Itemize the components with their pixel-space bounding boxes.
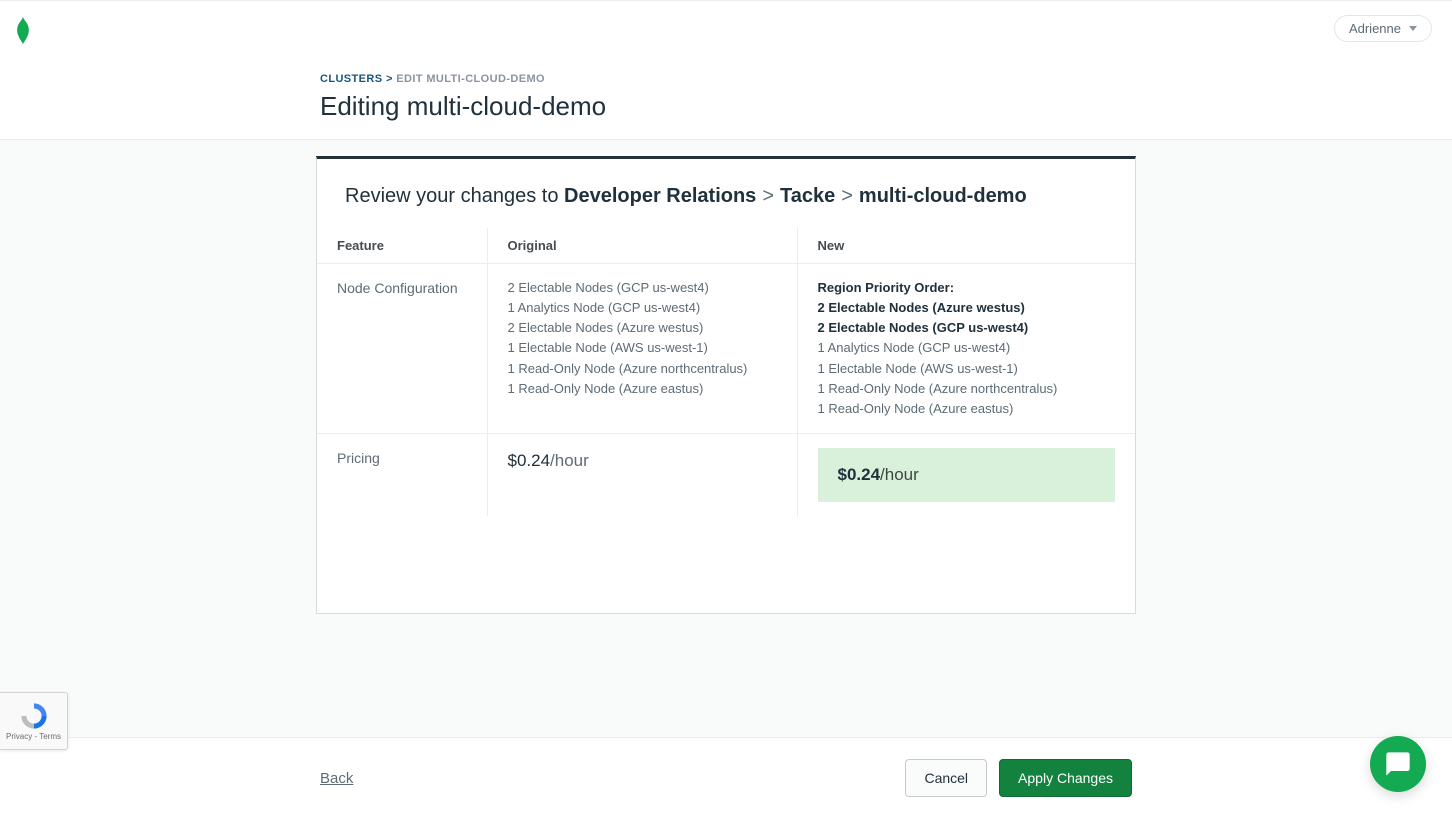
column-header-original: Original (487, 228, 797, 264)
breadcrumb: CLUSTERS > EDIT MULTI-CLOUD-DEMO (320, 73, 606, 85)
review-changes-panel: Review your changes to Developer Relatio… (316, 156, 1136, 614)
recaptcha-badge[interactable]: Privacy - Terms (0, 692, 68, 750)
changes-table: Feature Original New Node Configuration … (317, 228, 1135, 516)
chevron-down-icon (1409, 26, 1417, 31)
feature-name: Node Configuration (317, 264, 487, 434)
back-link[interactable]: Back (320, 770, 353, 787)
cancel-button[interactable]: Cancel (905, 759, 987, 797)
mongodb-leaf-icon[interactable] (16, 17, 30, 50)
breadcrumb-separator: > (386, 73, 396, 85)
page-title: Editing multi-cloud-demo (320, 91, 606, 122)
user-name: Adrienne (1349, 21, 1401, 36)
new-pricing: $0.24/hour (797, 433, 1135, 516)
review-changes-heading: Review your changes to Developer Relatio… (317, 159, 1135, 228)
recaptcha-icon (20, 702, 48, 730)
original-pricing: $0.24/hour (487, 433, 797, 516)
column-header-feature: Feature (317, 228, 487, 264)
chat-icon (1384, 750, 1412, 778)
table-row-pricing: Pricing $0.24/hour $0.24/hour (317, 433, 1135, 516)
new-node-config: Region Priority Order: 2 Electable Nodes… (797, 264, 1135, 434)
original-node-config: 2 Electable Nodes (GCP us-west4) 1 Analy… (487, 264, 797, 434)
user-menu-dropdown[interactable]: Adrienne (1334, 15, 1432, 42)
chat-widget-button[interactable] (1370, 736, 1426, 792)
feature-name: Pricing (317, 433, 487, 516)
column-header-new: New (797, 228, 1135, 264)
breadcrumb-current: EDIT MULTI-CLOUD-DEMO (396, 73, 545, 85)
table-row-node-config: Node Configuration 2 Electable Nodes (GC… (317, 264, 1135, 434)
apply-changes-button[interactable]: Apply Changes (999, 759, 1132, 797)
footer-bar: Back Cancel Apply Changes (0, 738, 1452, 818)
breadcrumb-clusters-link[interactable]: CLUSTERS (320, 73, 382, 85)
